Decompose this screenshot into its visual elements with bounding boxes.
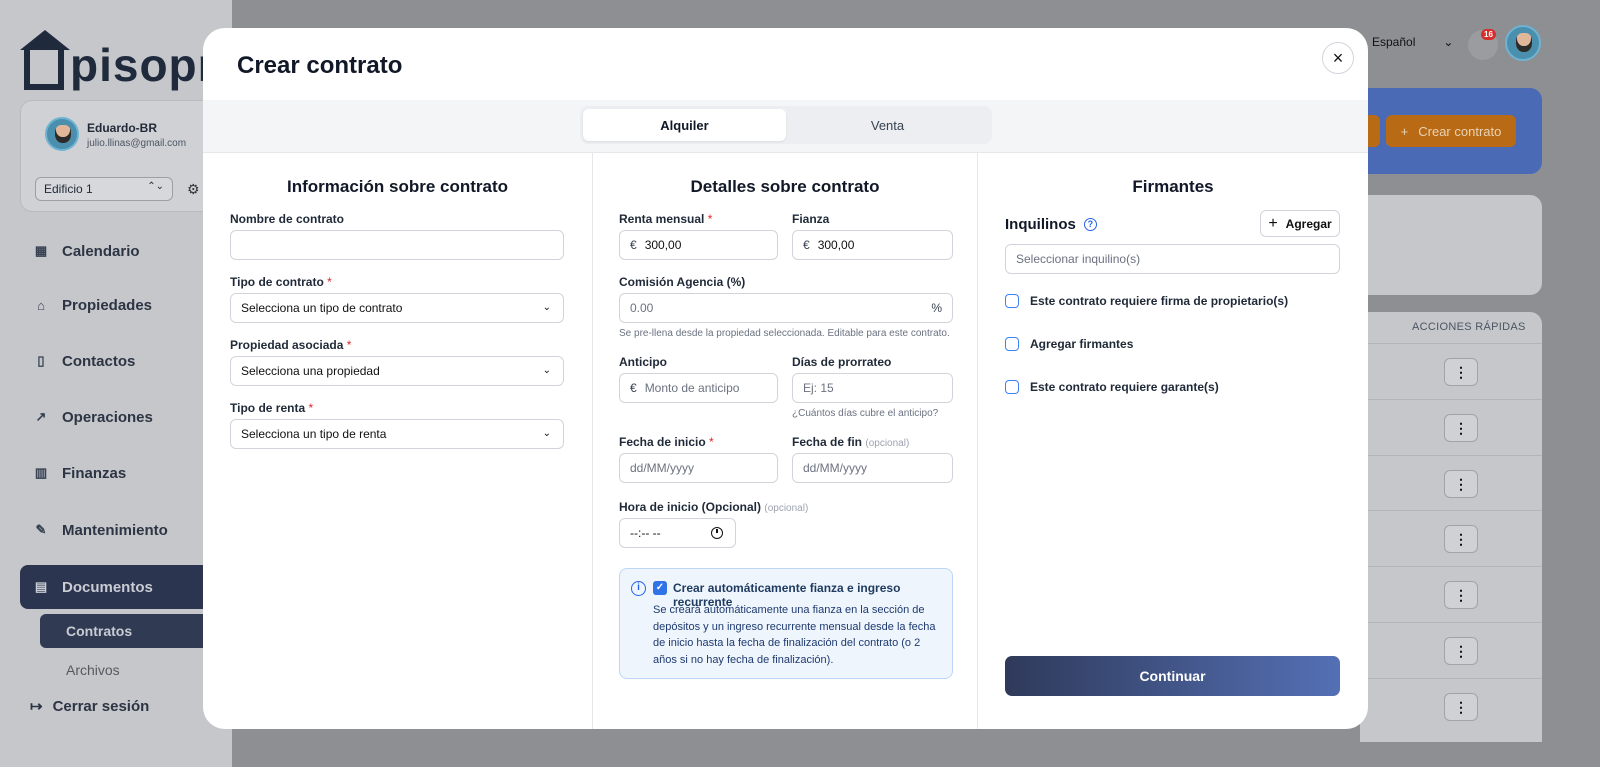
updown-icon: ⌃⌄ [147,181,164,192]
add-signers-option[interactable]: Agregar firmantes [1005,337,1133,351]
house-icon [20,30,70,90]
end-date-label: Fecha de fin (opcional) [792,435,910,449]
guarantor-checkbox[interactable] [1005,380,1019,394]
section-title: Detalles sobre contrato [690,177,880,196]
auto-create-info-box: i ✓ Crear automáticamente fianza e ingre… [619,568,953,679]
monthly-rent-label: Renta mensual * [619,212,713,226]
row-actions-button[interactable]: ⋮ [1444,470,1478,498]
user-name: Eduardo-BR [87,121,157,135]
document-icon: ▤ [34,579,48,594]
header-avatar[interactable] [1505,25,1541,61]
owner-signature-option[interactable]: Este contrato requiere firma de propieta… [1005,294,1288,308]
row-actions-button[interactable]: ⋮ [1444,358,1478,386]
row-actions-button[interactable]: ⋮ [1444,414,1478,442]
commission-input[interactable]: 0.00% [619,293,953,323]
contract-type-label: Tipo de contrato * [230,275,332,289]
table-divider [1360,678,1542,679]
rent-type-select[interactable]: Selecciona un tipo de renta ⌄ [230,419,564,449]
property-select[interactable]: Selecciona una propiedad ⌄ [230,356,564,386]
add-tenant-button[interactable]: + Agregar [1260,210,1340,237]
close-button[interactable]: × [1322,42,1354,74]
start-date-label: Fecha de inicio * [619,435,714,449]
row-actions-button[interactable]: ⋮ [1444,693,1478,721]
home-icon: ⌂ [37,297,45,313]
table-divider [1360,455,1542,456]
section-title: Información sobre contrato [286,177,509,196]
plus-icon: + [1400,123,1409,139]
avatar [45,117,79,151]
table-divider [1360,343,1542,344]
contract-details-section: Detalles sobre contrato Renta mensual * … [592,153,978,729]
tenant-select[interactable]: Seleccionar inquilino(s) [1005,244,1340,274]
grid-icon: ▦ [34,243,48,258]
row-actions-button[interactable]: ⋮ [1444,637,1478,665]
plus-icon: + [1268,214,1278,232]
start-time-label: Hora de inicio (Opcional) (opcional) [619,500,809,514]
add-signers-checkbox[interactable] [1005,337,1019,351]
continue-button[interactable]: Continuar [1005,656,1340,696]
prorate-help: ¿Cuántos días cubre el anticipo? [792,408,939,419]
auto-create-description: Se creará automáticamente una fianza en … [653,604,936,666]
table-divider [1360,510,1542,511]
contract-name-input[interactable] [230,230,564,260]
commission-help: Se pre-llena desde la propiedad seleccio… [619,328,950,339]
modal-title: Crear contrato [237,52,403,79]
contract-name-label: Nombre de contrato [230,212,345,226]
table-header-actions: ACCIONES RÁPIDAS [1412,321,1526,333]
create-contract-modal: Crear contrato × Alquiler Venta Informac… [203,28,1368,729]
trend-icon: ↗ [35,409,47,424]
chevron-down-icon: ⌄ [542,365,551,376]
deposit-label: Fianza [792,212,830,226]
prorate-label: Días de prorrateo [792,355,892,369]
deposit-input[interactable]: €300,00 [792,230,953,260]
clock-icon [711,527,723,539]
commission-label: Comisión Agencia (%) [619,275,746,289]
notification-badge: 16 [1481,29,1496,40]
tab-venta[interactable]: Venta [786,109,989,141]
property-label: Propiedad asociada * [230,338,352,352]
row-actions-button[interactable]: ⋮ [1444,525,1478,553]
prorate-input[interactable]: Ej: 15 [792,373,953,403]
start-date-input[interactable]: dd/MM/yyyy [619,453,778,483]
chevron-down-icon: ⌄ [1443,35,1454,49]
close-icon: × [1332,47,1344,68]
tabs-bar: Alquiler Venta [203,100,1368,153]
tenants-heading: Inquilinos? [1005,216,1097,233]
row-actions-button[interactable]: ⋮ [1444,581,1478,609]
bar-chart-icon: ▥ [34,465,48,480]
info-icon: i [631,581,646,596]
start-time-input[interactable]: --:-- -- [619,518,736,548]
contract-type-select[interactable]: Selecciona un tipo de contrato ⌄ [230,293,564,323]
section-title: Firmantes [1132,177,1214,196]
table-divider [1360,566,1542,567]
contacts-icon: ▯ [37,353,45,368]
building-select[interactable]: Edificio 1 ⌃⌄ [35,177,173,201]
gear-icon[interactable]: ⚙ [187,181,200,198]
end-date-input[interactable]: dd/MM/yyyy [792,453,953,483]
tab-alquiler[interactable]: Alquiler [583,109,786,141]
logout-icon: ↦ [30,698,43,715]
create-contract-button[interactable]: + Crear contrato [1386,115,1516,147]
advance-label: Anticipo [619,355,667,369]
table-divider [1360,622,1542,623]
chevron-down-icon: ⌄ [542,428,551,439]
rent-type-label: Tipo de renta * [230,401,314,415]
user-email: julio.llinas@gmail.com [87,138,187,149]
contract-info-section: Información sobre contrato Nombre de con… [203,153,592,729]
owner-signature-checkbox[interactable] [1005,294,1019,308]
language-select[interactable]: Español ⌄ [1372,35,1453,49]
contract-type-tabs: Alquiler Venta [580,106,992,144]
signers-section: Firmantes Inquilinos? + Agregar Seleccion… [978,153,1368,729]
advance-input[interactable]: € Monto de anticipo [619,373,778,403]
help-icon[interactable]: ? [1083,218,1097,231]
logout-button[interactable]: ↦ Cerrar sesión [30,697,149,716]
monthly-rent-input[interactable]: €300,00 [619,230,778,260]
wrench-icon: ✎ [35,522,47,537]
stats-panel [1360,195,1542,295]
chevron-down-icon: ⌄ [542,302,551,313]
table-divider [1360,399,1542,400]
auto-create-checkbox[interactable]: ✓ [653,581,667,595]
guarantor-option[interactable]: Este contrato requiere garante(s) [1005,380,1219,394]
